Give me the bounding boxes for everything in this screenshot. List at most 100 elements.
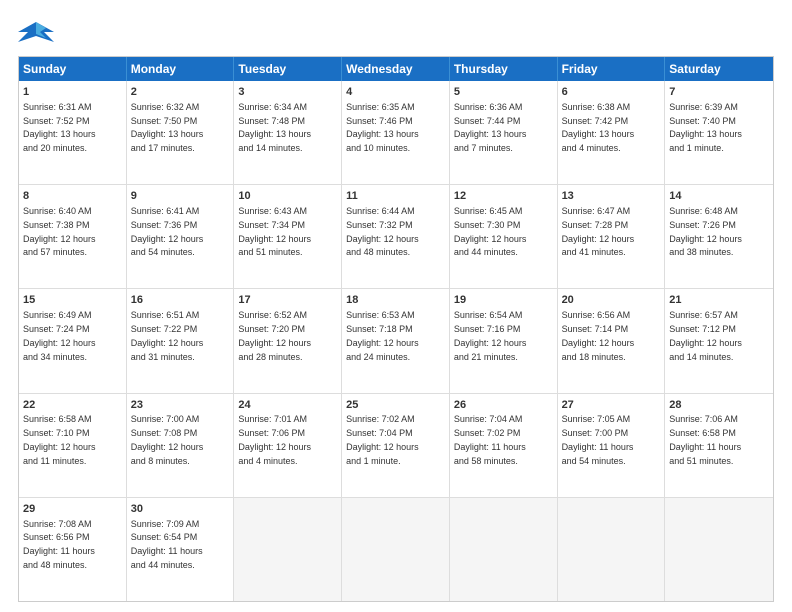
logo-icon (18, 18, 54, 46)
day-info: Sunrise: 7:08 AM Sunset: 6:56 PM Dayligh… (23, 519, 95, 570)
day-number: 2 (131, 85, 230, 100)
calendar-day-23: 23Sunrise: 7:00 AM Sunset: 7:08 PM Dayli… (127, 394, 235, 497)
calendar-day-7: 7 Sunrise: 6:39 AM Sunset: 7:40 PM Daylig… (665, 81, 773, 184)
day-info: Sunrise: 7:01 AM Sunset: 7:06 PM Dayligh… (238, 414, 311, 465)
logo (18, 18, 60, 46)
day-number: 19 (454, 293, 553, 308)
calendar-day-29: 29 Sunrise: 7:08 AM Sunset: 6:56 PM Dayli… (19, 498, 127, 601)
day-number: 14 (669, 189, 769, 204)
calendar-row-5: 29 Sunrise: 7:08 AM Sunset: 6:56 PM Dayli… (19, 498, 773, 601)
day-info: Sunrise: 6:44 AM Sunset: 7:32 PM Dayligh… (346, 206, 419, 257)
calendar-day-22: 22Sunrise: 6:58 AM Sunset: 7:10 PM Dayli… (19, 394, 127, 497)
day-info: Sunrise: 6:58 AM Sunset: 7:10 PM Dayligh… (23, 414, 96, 465)
calendar-row-4: 22Sunrise: 6:58 AM Sunset: 7:10 PM Dayli… (19, 394, 773, 498)
calendar-header: SundayMondayTuesdayWednesdayThursdayFrid… (19, 57, 773, 81)
day-number: 28 (669, 398, 769, 413)
day-info: Sunrise: 6:36 AM Sunset: 7:44 PM Dayligh… (454, 102, 527, 153)
day-number: 3 (238, 85, 337, 100)
day-number: 22 (23, 398, 122, 413)
day-info: Sunrise: 6:34 AM Sunset: 7:48 PM Dayligh… (238, 102, 311, 153)
calendar-day-10: 10Sunrise: 6:43 AM Sunset: 7:34 PM Dayli… (234, 185, 342, 288)
day-info: Sunrise: 6:56 AM Sunset: 7:14 PM Dayligh… (562, 310, 635, 361)
day-info: Sunrise: 7:04 AM Sunset: 7:02 PM Dayligh… (454, 414, 526, 465)
day-info: Sunrise: 6:41 AM Sunset: 7:36 PM Dayligh… (131, 206, 204, 257)
calendar-day-13: 13 Sunrise: 6:47 AM Sunset: 7:28 PM Dayli… (558, 185, 666, 288)
day-number: 8 (23, 189, 122, 204)
day-info: Sunrise: 6:51 AM Sunset: 7:22 PM Dayligh… (131, 310, 204, 361)
calendar-day-14: 14 Sunrise: 6:48 AM Sunset: 7:26 PM Dayli… (665, 185, 773, 288)
calendar-empty-cell (234, 498, 342, 601)
day-info: Sunrise: 6:52 AM Sunset: 7:20 PM Dayligh… (238, 310, 311, 361)
calendar-day-6: 6 Sunrise: 6:38 AM Sunset: 7:42 PM Daylig… (558, 81, 666, 184)
day-number: 6 (562, 85, 661, 100)
calendar-body: 1 Sunrise: 6:31 AM Sunset: 7:52 PM Daylig… (19, 81, 773, 601)
weekday-header-monday: Monday (127, 57, 235, 81)
day-number: 17 (238, 293, 337, 308)
calendar-empty-cell (665, 498, 773, 601)
calendar-empty-cell (558, 498, 666, 601)
calendar-row-1: 1 Sunrise: 6:31 AM Sunset: 7:52 PM Daylig… (19, 81, 773, 185)
day-info: Sunrise: 6:35 AM Sunset: 7:46 PM Dayligh… (346, 102, 419, 153)
calendar-empty-cell (342, 498, 450, 601)
day-info: Sunrise: 6:43 AM Sunset: 7:34 PM Dayligh… (238, 206, 311, 257)
day-number: 16 (131, 293, 230, 308)
day-info: Sunrise: 6:54 AM Sunset: 7:16 PM Dayligh… (454, 310, 527, 361)
calendar-day-30: 30Sunrise: 7:09 AM Sunset: 6:54 PM Dayli… (127, 498, 235, 601)
calendar-day-18: 18 Sunrise: 6:53 AM Sunset: 7:18 PM Dayli… (342, 289, 450, 392)
calendar-day-19: 19 Sunrise: 6:54 AM Sunset: 7:16 PM Dayli… (450, 289, 558, 392)
day-info: Sunrise: 7:05 AM Sunset: 7:00 PM Dayligh… (562, 414, 634, 465)
calendar-day-11: 11Sunrise: 6:44 AM Sunset: 7:32 PM Dayli… (342, 185, 450, 288)
calendar-day-2: 2 Sunrise: 6:32 AM Sunset: 7:50 PM Daylig… (127, 81, 235, 184)
day-number: 26 (454, 398, 553, 413)
calendar-day-1: 1 Sunrise: 6:31 AM Sunset: 7:52 PM Daylig… (19, 81, 127, 184)
calendar-row-3: 15 Sunrise: 6:49 AM Sunset: 7:24 PM Dayli… (19, 289, 773, 393)
day-info: Sunrise: 6:39 AM Sunset: 7:40 PM Dayligh… (669, 102, 742, 153)
day-info: Sunrise: 6:40 AM Sunset: 7:38 PM Dayligh… (23, 206, 96, 257)
day-info: Sunrise: 6:47 AM Sunset: 7:28 PM Dayligh… (562, 206, 635, 257)
calendar-empty-cell (450, 498, 558, 601)
page: SundayMondayTuesdayWednesdayThursdayFrid… (0, 0, 792, 612)
day-info: Sunrise: 6:31 AM Sunset: 7:52 PM Dayligh… (23, 102, 96, 153)
weekday-header-tuesday: Tuesday (234, 57, 342, 81)
day-info: Sunrise: 6:49 AM Sunset: 7:24 PM Dayligh… (23, 310, 96, 361)
header (18, 18, 774, 46)
day-number: 7 (669, 85, 769, 100)
weekday-header-thursday: Thursday (450, 57, 558, 81)
day-number: 13 (562, 189, 661, 204)
calendar-day-20: 20Sunrise: 6:56 AM Sunset: 7:14 PM Dayli… (558, 289, 666, 392)
calendar-row-2: 8 Sunrise: 6:40 AM Sunset: 7:38 PM Daylig… (19, 185, 773, 289)
day-number: 18 (346, 293, 445, 308)
weekday-header-wednesday: Wednesday (342, 57, 450, 81)
day-number: 5 (454, 85, 553, 100)
day-info: Sunrise: 6:32 AM Sunset: 7:50 PM Dayligh… (131, 102, 204, 153)
calendar-day-21: 21 Sunrise: 6:57 AM Sunset: 7:12 PM Dayli… (665, 289, 773, 392)
calendar-day-25: 25Sunrise: 7:02 AM Sunset: 7:04 PM Dayli… (342, 394, 450, 497)
calendar-day-28: 28Sunrise: 7:06 AM Sunset: 6:58 PM Dayli… (665, 394, 773, 497)
day-number: 21 (669, 293, 769, 308)
calendar-day-27: 27Sunrise: 7:05 AM Sunset: 7:00 PM Dayli… (558, 394, 666, 497)
day-number: 29 (23, 502, 122, 517)
calendar-day-17: 17 Sunrise: 6:52 AM Sunset: 7:20 PM Dayli… (234, 289, 342, 392)
day-number: 4 (346, 85, 445, 100)
day-number: 23 (131, 398, 230, 413)
weekday-header-saturday: Saturday (665, 57, 773, 81)
weekday-header-sunday: Sunday (19, 57, 127, 81)
calendar-day-4: 4 Sunrise: 6:35 AM Sunset: 7:46 PM Daylig… (342, 81, 450, 184)
day-number: 24 (238, 398, 337, 413)
day-info: Sunrise: 7:02 AM Sunset: 7:04 PM Dayligh… (346, 414, 419, 465)
day-info: Sunrise: 6:57 AM Sunset: 7:12 PM Dayligh… (669, 310, 742, 361)
day-info: Sunrise: 7:06 AM Sunset: 6:58 PM Dayligh… (669, 414, 741, 465)
calendar-day-26: 26Sunrise: 7:04 AM Sunset: 7:02 PM Dayli… (450, 394, 558, 497)
calendar-day-12: 12Sunrise: 6:45 AM Sunset: 7:30 PM Dayli… (450, 185, 558, 288)
calendar: SundayMondayTuesdayWednesdayThursdayFrid… (18, 56, 774, 602)
day-number: 1 (23, 85, 122, 100)
day-number: 15 (23, 293, 122, 308)
day-info: Sunrise: 7:09 AM Sunset: 6:54 PM Dayligh… (131, 519, 203, 570)
calendar-day-16: 16 Sunrise: 6:51 AM Sunset: 7:22 PM Dayli… (127, 289, 235, 392)
calendar-day-15: 15 Sunrise: 6:49 AM Sunset: 7:24 PM Dayli… (19, 289, 127, 392)
day-info: Sunrise: 6:38 AM Sunset: 7:42 PM Dayligh… (562, 102, 635, 153)
calendar-day-5: 5 Sunrise: 6:36 AM Sunset: 7:44 PM Daylig… (450, 81, 558, 184)
calendar-day-8: 8 Sunrise: 6:40 AM Sunset: 7:38 PM Daylig… (19, 185, 127, 288)
day-info: Sunrise: 6:48 AM Sunset: 7:26 PM Dayligh… (669, 206, 742, 257)
day-info: Sunrise: 6:53 AM Sunset: 7:18 PM Dayligh… (346, 310, 419, 361)
